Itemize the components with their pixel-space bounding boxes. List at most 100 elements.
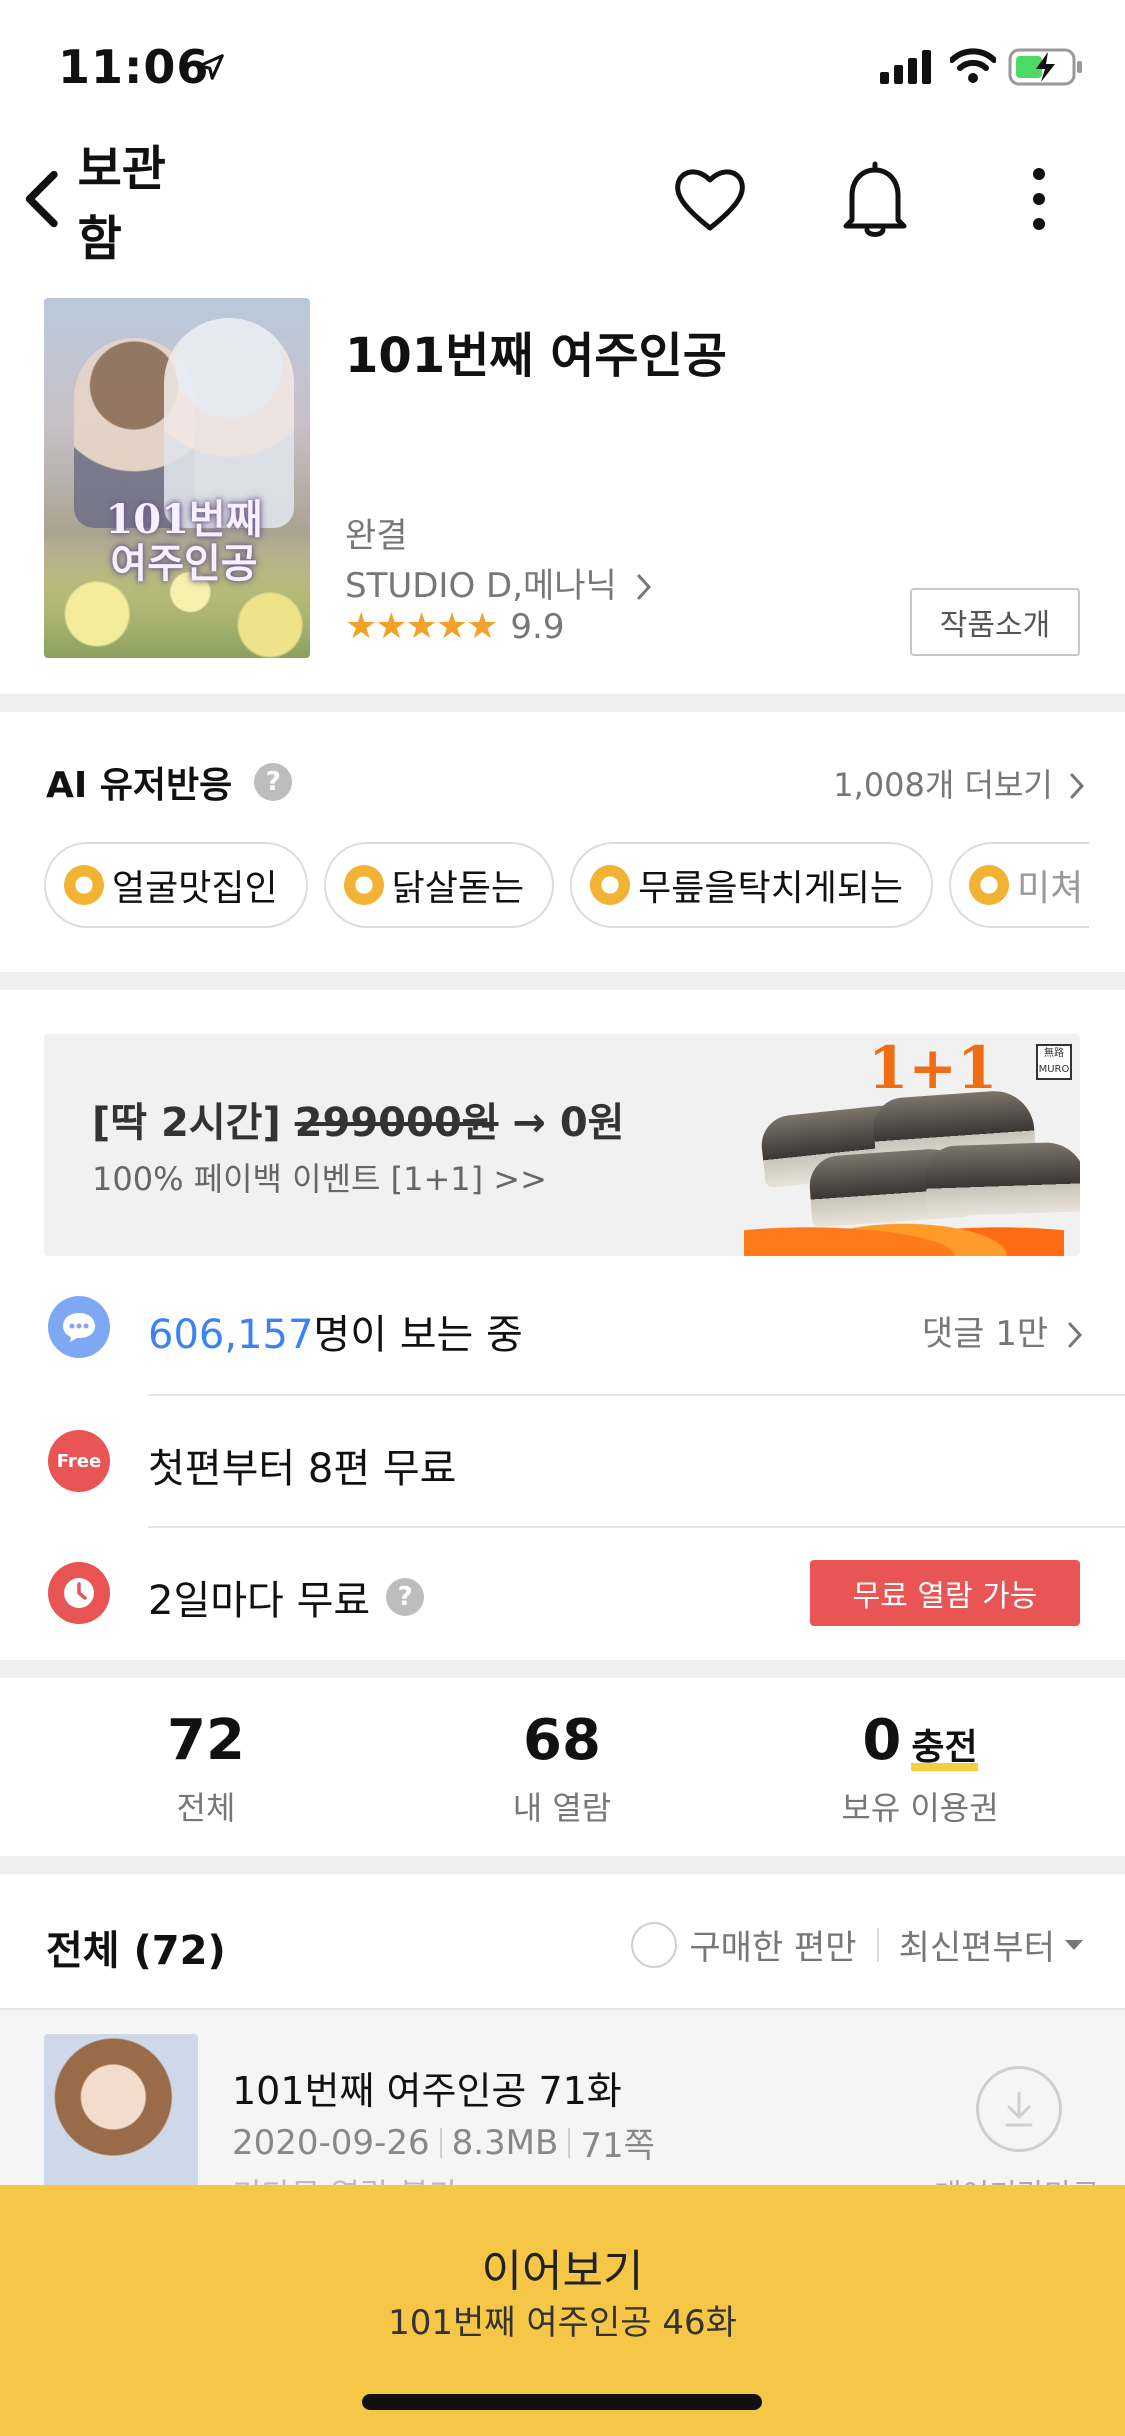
stat-total-label: 전체 xyxy=(176,1789,236,1827)
episode-list-header: 전체 (72) 구매한 편만 최신편부터 xyxy=(0,1874,1125,2010)
stat-owned-label: 보유 이용권 xyxy=(841,1789,999,1827)
reaction-chips: 얼굴맛집인 닭살돋는 무릎을탁치게되는 미쳐 xyxy=(44,842,1090,928)
help-icon[interactable]: ? xyxy=(254,763,293,801)
charge-link[interactable]: 충전 xyxy=(911,1730,978,1771)
divider xyxy=(568,2127,571,2158)
episode-list-title: 전체 (72) xyxy=(46,1928,226,1974)
reaction-chip-label: 미쳐 xyxy=(1017,868,1084,909)
download-icon xyxy=(1005,2091,1033,2127)
rating: ★★★★★ 9.9 xyxy=(345,606,564,647)
viewers-text: 606,157명이 보는 중 xyxy=(148,1302,523,1360)
cellular-signal-icon xyxy=(880,50,931,84)
viewers-row[interactable]: 606,157명이 보는 중 댓글 1만 xyxy=(0,1262,1125,1392)
purchased-only-label[interactable]: 구매한 편만 xyxy=(689,1920,856,1969)
episode-title: 101번째 여주인공 71화 xyxy=(232,2069,622,2113)
chevron-right-icon xyxy=(637,574,651,600)
navigation-bar: 보관함 xyxy=(0,141,1125,267)
heart-icon[interactable] xyxy=(672,164,748,234)
ai-reactions-more-text: 1,008개 더보기 xyxy=(833,766,1053,804)
back-label: 보관함 xyxy=(77,141,166,267)
wifi-icon xyxy=(950,48,996,83)
banner-headline: [딱 2시간] 299000원 → 0원 xyxy=(92,1090,624,1148)
flame-image xyxy=(744,1206,1064,1256)
download-button[interactable] xyxy=(976,2066,1062,2152)
reaction-chip-label: 닭살돋는 xyxy=(391,868,525,909)
reaction-chip[interactable]: 미쳐 xyxy=(949,842,1090,928)
continue-label: 이어보기 xyxy=(481,2246,644,2297)
stat-owned-number: 0 xyxy=(862,1708,902,1773)
section-divider xyxy=(0,694,1125,712)
list-controls: 구매한 편만 최신편부터 xyxy=(631,1920,1085,1969)
coin-icon xyxy=(969,865,1010,905)
reaction-chip-label: 얼굴맛집인 xyxy=(112,868,278,909)
chevron-left-icon xyxy=(25,170,58,228)
comments-link[interactable]: 댓글 1만 xyxy=(922,1306,1083,1355)
continue-episode: 101번째 여주인공 46화 xyxy=(388,2303,737,2343)
work-info: 101번째 여주인공 101번째 여주인공 완결 STUDIO D,메나닉 ★★… xyxy=(0,296,1125,666)
coin-icon xyxy=(590,865,631,905)
comments-count: 댓글 1만 xyxy=(921,1314,1049,1354)
work-status: 완결 xyxy=(345,516,408,556)
episode-pages: 71쪽 xyxy=(580,2126,655,2166)
free-read-button[interactable]: 무료 열람 가능 xyxy=(810,1560,1080,1626)
status-time: 11:06 xyxy=(58,40,210,94)
section-divider xyxy=(0,1856,1125,1874)
episode-meta: 2020-09-26 8.3MB 71쪽 xyxy=(232,2118,655,2167)
free-badge-icon: Free xyxy=(48,1430,110,1492)
reaction-chip[interactable]: 닭살돋는 xyxy=(323,842,555,928)
author-link[interactable]: STUDIO D,메나닉 xyxy=(345,558,652,607)
ai-reactions-title-text: AI 유저반응 xyxy=(46,765,233,806)
ad-banner[interactable]: [딱 2시간] 299000원 → 0원 100% 페이백 이벤트 [1+1] … xyxy=(44,1034,1080,1256)
bell-icon[interactable] xyxy=(842,160,908,238)
cover-image[interactable]: 101번째 여주인공 xyxy=(44,298,310,658)
rating-stars: ★★★★★ xyxy=(345,606,498,647)
free-episodes-text: 첫편부터 8편 무료 xyxy=(148,1446,457,1492)
chevron-right-icon xyxy=(1070,773,1085,799)
banner-headline-suffix: → 0원 xyxy=(498,1100,625,1146)
ai-reactions-title: AI 유저반응 ? xyxy=(46,756,293,808)
work-title: 101번째 여주인공 xyxy=(345,328,727,384)
battery-charging-icon xyxy=(1008,48,1082,86)
ai-reactions-more-link[interactable]: 1,008개 더보기 xyxy=(833,760,1085,806)
free-episodes-row: Free 첫편부터 8편 무료 xyxy=(0,1396,1125,1526)
stat-read[interactable]: 68 내 열람 xyxy=(412,1708,712,1829)
banner-subtext: 100% 페이백 이벤트 [1+1] >> xyxy=(92,1160,547,1198)
viewers-count: 606,157 xyxy=(148,1312,314,1358)
stat-owned[interactable]: 0 충전 보유 이용권 xyxy=(770,1708,1070,1829)
divider xyxy=(876,1927,879,1962)
back-button[interactable]: 보관함 xyxy=(22,141,202,267)
purchased-only-radio[interactable] xyxy=(631,1921,678,1968)
author-name: STUDIO D,메나닉 xyxy=(345,566,617,606)
banner-shoes-image: 1+1 無路 MURO xyxy=(714,1034,1080,1256)
viewers-suffix: 명이 보는 중 xyxy=(313,1312,523,1358)
episode-date: 2020-09-26 xyxy=(232,2122,430,2163)
rating-score: 9.9 xyxy=(510,606,565,647)
chat-bubble-icon xyxy=(48,1296,110,1358)
cover-title: 101번째 여주인공 xyxy=(105,496,263,587)
section-divider xyxy=(0,972,1125,990)
sort-dropdown[interactable]: 최신편부터 xyxy=(899,1920,1055,1969)
ai-reactions-section: AI 유저반응 ? 1,008개 더보기 얼굴맛집인 닭살돋는 무릎을탁치게되는… xyxy=(0,712,1125,972)
more-vertical-icon[interactable] xyxy=(1024,166,1054,232)
banner-headline-prefix: [딱 2시간] xyxy=(92,1100,295,1146)
brand-logo: 無路 MURO xyxy=(1036,1044,1072,1080)
wait-free-text-wrap: 2일마다 무료 ? xyxy=(148,1568,425,1626)
stats-section: 72 전체 68 내 열람 0 충전 보유 이용권 xyxy=(0,1676,1125,1856)
stat-owned-number-wrap: 0 충전 xyxy=(770,1708,1070,1773)
chevron-right-icon xyxy=(1068,1322,1083,1348)
episode-size: 8.3MB xyxy=(451,2122,559,2163)
help-icon[interactable]: ? xyxy=(386,1578,425,1616)
reaction-chip[interactable]: 얼굴맛집인 xyxy=(44,842,308,928)
home-indicator[interactable] xyxy=(362,2394,762,2410)
banner-original-price: 299000원 xyxy=(294,1100,499,1146)
location-arrow-icon xyxy=(198,54,224,80)
stat-total[interactable]: 72 전체 xyxy=(56,1708,356,1829)
coin-icon xyxy=(64,865,104,905)
stat-read-label: 내 열람 xyxy=(512,1789,612,1827)
wait-free-row: 2일마다 무료 ? 무료 열람 가능 xyxy=(0,1528,1125,1658)
reaction-chip-label: 무릎을탁치게되는 xyxy=(638,868,904,909)
work-intro-button[interactable]: 작품소개 xyxy=(910,588,1080,656)
clock-icon xyxy=(48,1562,110,1624)
stat-total-number: 72 xyxy=(167,1708,245,1773)
reaction-chip[interactable]: 무릎을탁치게되는 xyxy=(570,842,934,928)
